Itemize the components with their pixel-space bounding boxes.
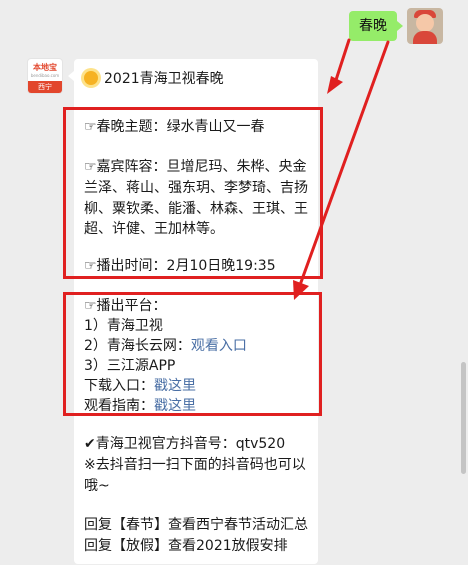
arrow-to-platform	[293, 40, 390, 300]
scrollbar[interactable]	[461, 362, 466, 474]
annotation-arrows	[293, 38, 390, 300]
arrow-to-title	[327, 38, 351, 94]
